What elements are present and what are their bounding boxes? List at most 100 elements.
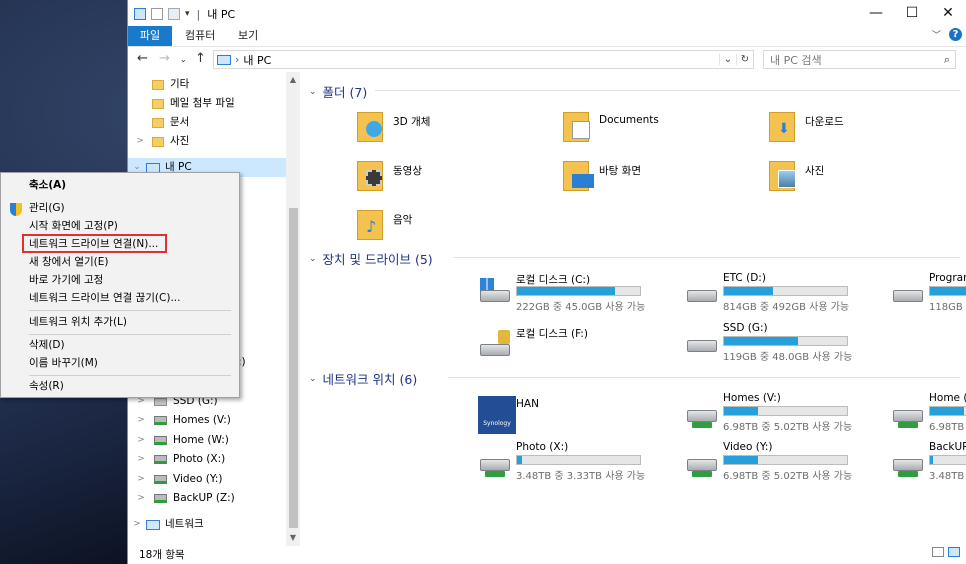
highlight-box xyxy=(22,234,167,253)
folder-tile-music[interactable]: ♪ 음악 xyxy=(353,204,543,248)
search-icon[interactable]: ⌕ xyxy=(944,53,950,67)
folder-tile-documents[interactable]: Documents xyxy=(559,106,749,150)
nav-item[interactable]: 기타 xyxy=(128,75,189,94)
group-header-folders[interactable]: ⌄ 폴더 (7) xyxy=(309,82,367,101)
nav-item[interactable]: > 네트워크 xyxy=(128,515,203,534)
network-tile-photo[interactable]: Photo (X:) 3.48TB 중 3.33TB 사용 가능 xyxy=(476,441,676,483)
chevron-down-icon[interactable]: ⌄ xyxy=(309,374,317,384)
nav-item-label: Home (W:) xyxy=(173,434,229,446)
drive-tile-f[interactable]: 로컬 디스크 (F:) xyxy=(476,326,676,368)
chevron-down-icon[interactable]: ⌄ xyxy=(309,87,317,97)
search-input[interactable]: 내 PC 검색 ⌕ xyxy=(763,50,956,69)
details-view-icon[interactable] xyxy=(932,547,944,557)
network-tile-han[interactable]: Synology HAN xyxy=(476,392,676,434)
chevron-right-icon[interactable]: > xyxy=(128,450,154,469)
folder-tile-downloads[interactable]: ⬇ 다운로드 xyxy=(765,106,955,150)
menu-item-properties[interactable]: 속성(R) xyxy=(29,378,64,395)
properties-icon[interactable] xyxy=(151,8,163,20)
status-bar: 18개 항목 xyxy=(128,544,966,564)
nav-item[interactable]: > Video (Y:) xyxy=(128,470,222,489)
nav-item[interactable]: > Homes (V:) xyxy=(128,411,231,430)
drive-space: 118GB 중 41.5GB 사용 가능 xyxy=(929,302,966,313)
chevron-right-icon[interactable]: > xyxy=(128,515,146,534)
scrollbar-thumb[interactable] xyxy=(289,208,298,528)
drive-tile-c[interactable]: 로컬 디스크 (C:) 222GB 중 45.0GB 사용 가능 xyxy=(476,272,676,314)
menu-item-open-new-window[interactable]: 새 창에서 열기(E) xyxy=(29,254,108,271)
menu-item-pin-to-start[interactable]: 시작 화면에 고정(P) xyxy=(29,218,118,235)
back-arrow-icon[interactable]: ← xyxy=(137,51,148,66)
nav-item[interactable]: 메일 첨부 파일 xyxy=(128,94,235,113)
tab-computer[interactable]: 컴퓨터 xyxy=(175,26,225,46)
chevron-right-icon[interactable]: > xyxy=(128,489,154,508)
tab-view[interactable]: 보기 xyxy=(228,26,268,46)
customize-toolbar-icon[interactable]: ▾ xyxy=(185,9,190,19)
group-divider xyxy=(453,257,960,258)
menu-item-collapse[interactable]: 축소(A) xyxy=(29,177,66,194)
chevron-down-icon[interactable]: ⌄ xyxy=(309,254,317,264)
up-arrow-icon[interactable]: ↑ xyxy=(195,51,206,66)
network-tile-video[interactable]: Video (Y:) 6.98TB 중 5.02TB 사용 가능 xyxy=(683,441,883,483)
close-button[interactable]: ✕ xyxy=(930,0,966,26)
nav-scrollbar[interactable]: ▲ ▼ xyxy=(286,72,300,546)
address-bar[interactable]: › 내 PC ⌄ ↻ xyxy=(213,50,754,69)
tab-file[interactable]: 파일 xyxy=(128,26,172,46)
nav-item[interactable]: 문서 xyxy=(128,113,189,132)
shield-icon xyxy=(10,203,22,216)
drive-tile-d[interactable]: ETC (D:) 814GB 중 492GB 사용 가능 xyxy=(683,272,883,314)
folder-tile-3d-objects[interactable]: 3D 개체 xyxy=(353,106,543,150)
navigation-bar: ← → ⌄ ↑ › 내 PC ⌄ ↻ 내 PC 검색 ⌕ xyxy=(128,48,966,72)
drive-icon xyxy=(154,397,167,406)
menu-item-add-network-location[interactable]: 네트워크 위치 추가(L) xyxy=(29,314,127,331)
network-tile-homes[interactable]: Homes (V:) 6.98TB 중 5.02TB 사용 가능 xyxy=(683,392,883,434)
synology-nas-icon: Synology xyxy=(478,396,516,434)
network-name: BackUP (Z:) xyxy=(929,441,966,453)
minimize-button[interactable]: — xyxy=(858,0,894,26)
nav-item-label: Homes (V:) xyxy=(173,414,231,426)
help-icon[interactable]: ? xyxy=(949,28,962,41)
menu-item-pin-quick-access[interactable]: 바로 가기에 고정 xyxy=(29,272,103,289)
nav-item-label: Photo (X:) xyxy=(173,453,226,465)
lock-icon xyxy=(498,330,510,344)
large-icons-view-icon[interactable] xyxy=(948,547,960,557)
drive-usage-bar xyxy=(516,286,641,296)
chevron-right-icon[interactable]: > xyxy=(128,132,152,151)
nav-item[interactable]: > Photo (X:) xyxy=(128,450,225,469)
network-name: Home (W:) xyxy=(929,392,966,404)
search-placeholder: 내 PC 검색 xyxy=(770,53,822,67)
group-header-network[interactable]: ⌄ 네트워크 위치 (6) xyxy=(309,369,417,388)
folder-tile-videos[interactable]: 동영상 xyxy=(353,155,543,199)
expand-ribbon-icon[interactable]: ﹀ xyxy=(932,28,941,41)
scroll-down-icon[interactable]: ▼ xyxy=(286,533,300,542)
group-header-drives[interactable]: ⌄ 장치 및 드라이브 (5) xyxy=(309,249,433,268)
address-dropdown-icon[interactable]: ⌄ xyxy=(719,54,736,65)
refresh-icon[interactable]: ↻ xyxy=(736,54,753,65)
network-tile-backup[interactable]: BackUP (Z:) 3.48TB 중 3.33TB 사용 가능 xyxy=(889,441,966,483)
menu-item-rename[interactable]: 이름 바꾸기(M) xyxy=(29,355,98,372)
group-title: 폴더 (7) xyxy=(322,85,368,100)
drive-tile-g[interactable]: SSD (G:) 119GB 중 48.0GB 사용 가능 xyxy=(683,322,883,364)
chevron-right-icon[interactable]: > xyxy=(128,431,154,450)
nav-item[interactable]: > 사진 xyxy=(128,132,189,151)
nav-item[interactable]: > BackUP (Z:) xyxy=(128,489,235,508)
forward-arrow-icon[interactable]: → xyxy=(159,51,170,66)
nav-item[interactable]: > Home (W:) xyxy=(128,431,229,450)
window-title: 내 PC xyxy=(207,8,236,21)
network-tile-home[interactable]: Home (W:) 6.98TB 중 5.02TB 사용 가능 xyxy=(889,392,966,434)
drive-space: 3.48TB 중 3.33TB 사용 가능 xyxy=(929,471,966,482)
folder-tile-desktop[interactable]: 바탕 화면 xyxy=(559,155,749,199)
windows-drive-icon xyxy=(478,276,514,308)
maximize-button[interactable]: ☐ xyxy=(894,0,930,26)
chevron-right-icon[interactable]: > xyxy=(128,470,154,489)
scroll-up-icon[interactable]: ▲ xyxy=(286,75,300,84)
menu-item-manage[interactable]: 관리(G) xyxy=(29,200,65,217)
menu-item-disconnect-network-drive[interactable]: 네트워크 드라이브 연결 끊기(C)... xyxy=(29,290,180,307)
drive-tile-e[interactable]: Program Files (E:) 118GB 중 41.5GB 사용 가능 xyxy=(889,272,966,314)
new-folder-icon[interactable] xyxy=(168,8,180,20)
drive-space: 222GB 중 45.0GB 사용 가능 xyxy=(516,302,646,313)
menu-item-delete[interactable]: 삭제(D) xyxy=(29,337,65,354)
recent-locations-icon[interactable]: ⌄ xyxy=(180,55,187,64)
chevron-right-icon[interactable]: > xyxy=(128,411,154,430)
folder-tile-pictures[interactable]: 사진 xyxy=(765,155,955,199)
breadcrumb-chevron-icon[interactable]: › xyxy=(235,53,239,66)
breadcrumb[interactable]: 내 PC xyxy=(243,52,271,68)
